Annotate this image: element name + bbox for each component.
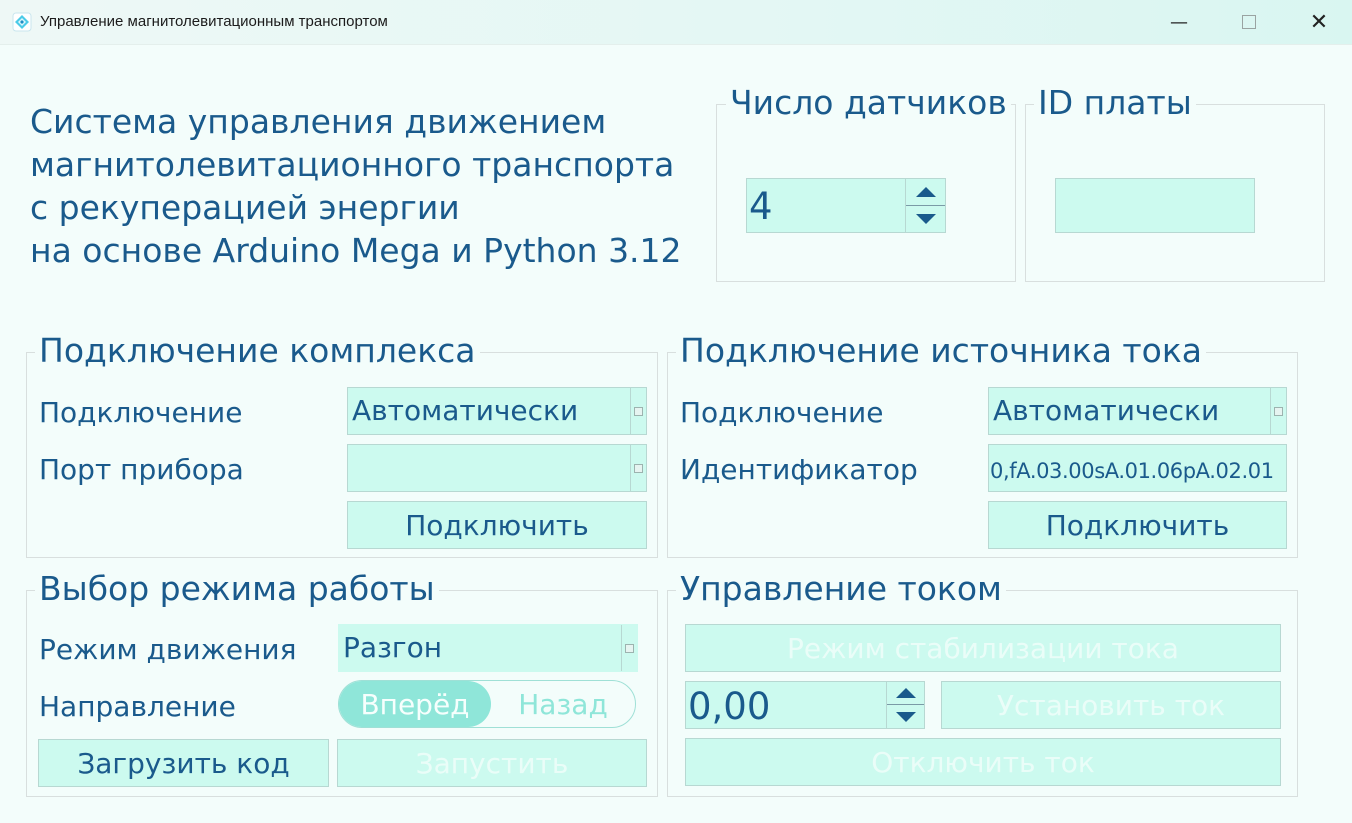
complex-connection-select[interactable]: Автоматически [347,387,647,435]
sensors-spin-buttons [905,179,945,232]
maximize-icon [1242,15,1256,29]
window-title: Управление магнитолевитационным транспор… [40,13,388,30]
close-icon: ✕ [1309,9,1329,35]
power-id-field[interactable]: 0,fA.03.00sA.01.06pA.02.01 [988,444,1287,492]
current-value[interactable]: 0,00 [688,687,770,727]
complex-connection-legend: Подключение комплекса [35,331,480,371]
complex-connect-button[interactable]: Подключить [347,501,647,549]
dropdown-button[interactable] [1270,388,1286,434]
mode-legend: Выбор режима работы [35,569,439,609]
motion-mode-label: Режим движения [39,633,297,666]
title-line-4: на основе Arduino Mega и Python 3.12 [30,231,682,270]
power-connection-select[interactable]: Автоматически [988,387,1287,435]
board-id-field[interactable] [1055,178,1255,233]
current-spin-buttons [886,682,924,728]
current-increment-button[interactable] [887,682,924,705]
title-line-2: магнитолевитационного транспорта [30,145,675,184]
sensors-spinbox[interactable]: 4 [746,178,946,233]
power-connect-button[interactable]: Подключить [988,501,1287,549]
dropdown-icon [1274,406,1283,416]
current-decrement-button[interactable] [887,705,924,728]
dropdown-button[interactable] [630,388,646,434]
title-line-1: Система управления движением [30,102,607,141]
minimize-icon: — [1170,11,1188,33]
complex-connection-value: Автоматически [352,394,579,427]
direction-forward-option[interactable]: Вперёд [339,681,491,727]
direction-label: Направление [39,690,236,723]
complex-connection-label: Подключение [39,396,243,429]
arrow-down-icon [895,711,916,722]
sensors-decrement-button[interactable] [906,206,945,233]
port-select[interactable] [347,444,647,492]
direction-toggle[interactable]: Вперёд Назад [338,680,636,728]
power-id-value: 0,fA.03.00sA.01.06pA.02.01 [990,459,1274,483]
motion-mode-value: Разгон [343,631,443,664]
sensors-legend: Число датчиков [726,83,1011,123]
app-icon [12,12,32,32]
app-description: Система управления движением магнитолеви… [30,100,710,272]
complex-connection-group: Подключение комплекса Подключение Автома… [26,331,658,558]
dropdown-button[interactable] [630,445,646,491]
sensors-group: Число датчиков 4 [716,83,1016,282]
sensors-value[interactable]: 4 [749,187,773,227]
sensors-increment-button[interactable] [906,179,945,206]
minimize-button[interactable]: — [1144,0,1214,44]
dropdown-icon [625,643,634,653]
title-line-3: с рекуперацией энергии [30,188,460,227]
arrow-up-icon [915,186,936,197]
motion-mode-select[interactable]: Разгон [338,624,638,672]
current-control-legend: Управление током [676,569,1006,609]
close-button[interactable]: ✕ [1284,0,1352,44]
current-spinbox[interactable]: 0,00 [685,681,925,729]
power-connection-label: Подключение [680,396,884,429]
board-id-group: ID платы [1025,83,1325,282]
power-source-legend: Подключение источника тока [676,331,1206,371]
title-bar: Управление магнитолевитационным транспор… [0,0,1352,45]
arrow-down-icon [915,213,936,224]
maximize-button[interactable] [1214,0,1284,44]
set-current-button[interactable]: Установить ток [941,681,1281,729]
power-connection-value: Автоматически [993,394,1220,427]
dropdown-button[interactable] [621,625,637,671]
power-source-group: Подключение источника тока Подключение А… [667,331,1298,558]
port-label: Порт прибора [39,453,244,486]
dropdown-icon [634,406,643,416]
dropdown-icon [634,463,643,473]
stabilize-current-button[interactable]: Режим стабилизации тока [685,624,1281,672]
power-id-label: Идентификатор [680,453,918,486]
run-button[interactable]: Запустить [337,739,647,787]
current-control-group: Управление током Режим стабилизации тока… [667,569,1298,797]
load-code-button[interactable]: Загрузить код [38,739,329,787]
disable-current-button[interactable]: Отключить ток [685,738,1281,786]
direction-backward-option[interactable]: Назад [491,681,635,727]
arrow-up-icon [895,688,916,698]
board-id-legend: ID платы [1034,83,1196,123]
